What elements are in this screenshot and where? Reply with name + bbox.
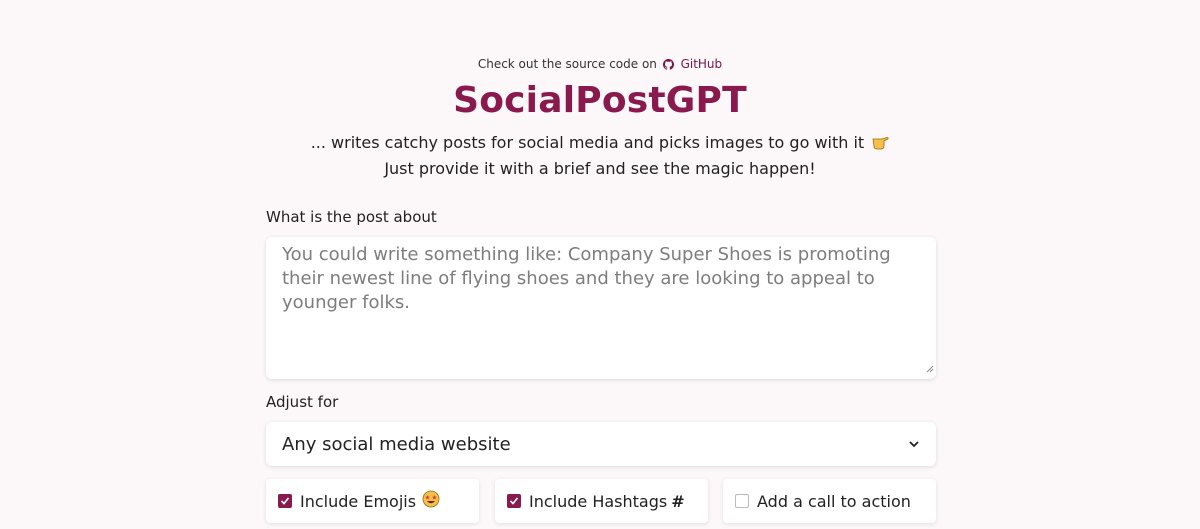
chevron-down-icon	[908, 434, 920, 455]
tagline-line-1: ... writes catchy posts for social media…	[310, 133, 865, 152]
star-struck-emoji-icon	[422, 490, 440, 512]
source-code-text: Check out the source code on	[477, 57, 657, 71]
platform-select[interactable]: Any social media website	[266, 422, 936, 466]
option-include-emojis[interactable]: Include Emojis	[266, 479, 479, 523]
hashtags-label: Include Hashtags	[529, 491, 668, 511]
pointing-hand-icon	[871, 133, 889, 157]
github-icon[interactable]	[662, 59, 674, 73]
emojis-label: Include Emojis	[300, 491, 417, 511]
tagline-line-2: Just provide it with a brief and see the…	[384, 159, 816, 178]
brief-label: What is the post about	[266, 208, 437, 226]
call-to-action-label: Add a call to action	[757, 491, 911, 511]
emojis-checkbox[interactable]	[278, 494, 292, 508]
call-to-action-checkbox[interactable]	[735, 494, 749, 508]
source-code-note: Check out the source code on GitHub	[0, 57, 1200, 73]
brief-textarea-container	[266, 237, 936, 379]
platform-select-value: Any social media website	[282, 433, 511, 455]
app-title: SocialPostGPT	[453, 80, 747, 121]
resize-handle-icon[interactable]	[925, 358, 934, 377]
hashtag-symbol: #	[671, 491, 685, 511]
option-call-to-action[interactable]: Add a call to action	[723, 479, 936, 523]
adjust-label: Adjust for	[266, 393, 339, 411]
brief-textarea[interactable]	[266, 237, 936, 379]
option-include-hashtags[interactable]: Include Hashtags #	[495, 479, 708, 523]
hashtags-checkbox[interactable]	[507, 494, 521, 508]
page: Check out the source code on GitHub Soci…	[0, 0, 1200, 529]
tagline: ... writes catchy posts for social media…	[0, 131, 1200, 180]
github-link[interactable]: GitHub	[681, 57, 723, 71]
